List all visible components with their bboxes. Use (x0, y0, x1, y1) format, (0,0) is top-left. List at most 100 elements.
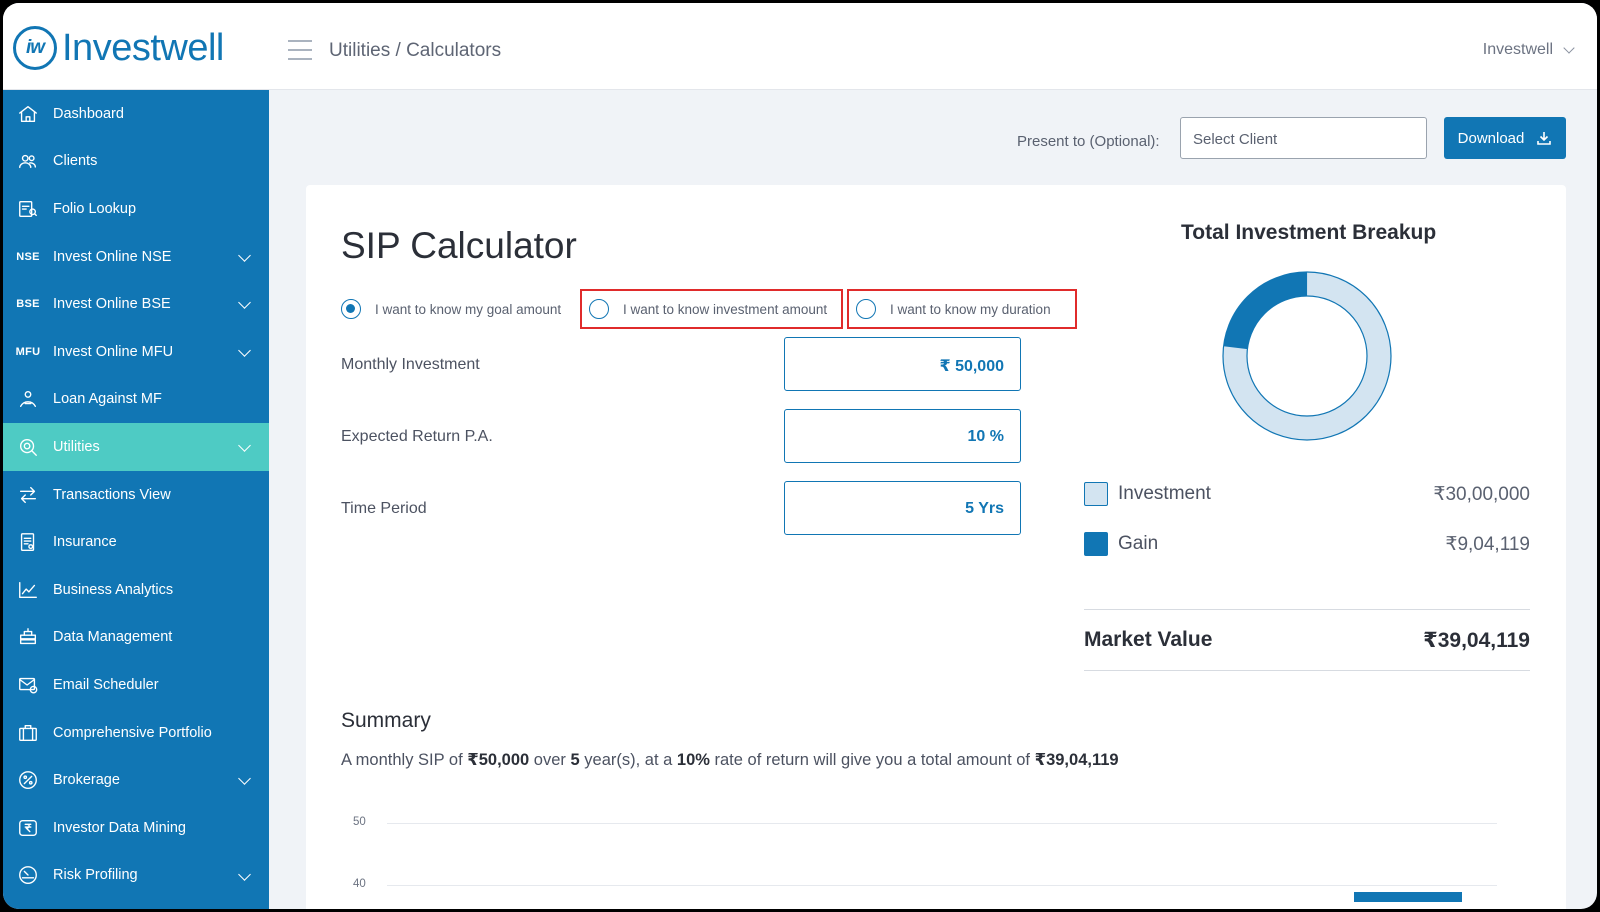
sidebar-item-nse[interactable]: NSE Invest Online NSE (3, 233, 269, 281)
mfu-icon: MFU (3, 346, 53, 358)
monthly-investment-input[interactable]: ₹ 50,000 (784, 337, 1021, 391)
sidebar-item-home[interactable]: Dashboard (3, 90, 269, 138)
top-bar: iw Investwell Utilities / Calculators In… (3, 3, 1597, 90)
sidebar-item-loan[interactable]: Loan Against MF (3, 376, 269, 424)
investment-label: Investment (1118, 483, 1211, 504)
portfolio-icon (3, 722, 53, 744)
user-menu[interactable]: Investwell (1482, 41, 1575, 59)
summary-amount: ₹50,000 (467, 751, 530, 769)
sidebar-item-rupee[interactable]: Investor Data Mining (3, 804, 269, 852)
option-investment-amount[interactable]: I want to know investment amount (580, 289, 843, 329)
chevron-down-icon (238, 772, 251, 786)
sidebar-item-label: Folio Lookup (53, 200, 137, 217)
page-title: SIP Calculator (341, 225, 577, 266)
option-label: I want to know investment amount (623, 301, 828, 317)
sidebar-item-label: Clients (53, 153, 98, 170)
sidebar-item-utilities[interactable]: Utilities (3, 423, 269, 471)
sidebar-item-label: Investor Data Mining (53, 819, 186, 836)
radio-button[interactable] (589, 299, 609, 319)
market-value-row: Market Value ₹39,04,119 (1084, 609, 1530, 671)
breakup-title: Total Investment Breakup (1181, 221, 1437, 244)
summary-years: 5 (570, 751, 580, 769)
chart-bar (1354, 892, 1462, 902)
sidebar-item-insurance[interactable]: Insurance (3, 518, 269, 566)
sidebar-item-email[interactable]: Email Scheduler (3, 661, 269, 709)
insurance-icon (3, 531, 53, 553)
time-period-input[interactable]: 5 Yrs (784, 481, 1021, 535)
sidebar-item-portfolio[interactable]: Comprehensive Portfolio (3, 709, 269, 757)
download-label: Download (1457, 129, 1525, 147)
investment-donut-chart (1222, 271, 1392, 441)
gain-label: Gain (1118, 533, 1159, 554)
chevron-down-icon (238, 867, 251, 881)
sidebar-item-label: Invest Online BSE (53, 296, 171, 313)
sidebar-item-label: Business Analytics (53, 581, 174, 598)
sidebar-item-transactions[interactable]: Transactions View (3, 471, 269, 519)
investment-value: ₹30,00,000 (1433, 483, 1530, 505)
sidebar: Dashboard Clients Folio Lookup NSE Invest On… (3, 90, 269, 909)
hamburger-menu-icon[interactable] (288, 40, 312, 60)
download-icon (1537, 132, 1552, 145)
sidebar-item-folio[interactable]: Folio Lookup (3, 185, 269, 233)
sidebar-item-label: Loan Against MF (53, 391, 162, 408)
option-label: I want to know my goal amount (375, 301, 562, 317)
sidebar-item-data[interactable]: Data Management (3, 614, 269, 662)
sidebar-item-label: Brokerage (53, 772, 120, 789)
gain-value: ₹9,04,119 (1445, 533, 1530, 555)
sidebar-item-brokerage[interactable]: Brokerage (3, 756, 269, 804)
sidebar-item-bse[interactable]: BSE Invest Online BSE (3, 280, 269, 328)
users-icon (3, 150, 53, 172)
sidebar-item-label: Insurance (53, 534, 117, 551)
logo-text: Investwell (62, 26, 224, 69)
legend-investment: Investment ₹30,00,000 (1084, 481, 1530, 507)
brokerage-icon (3, 769, 53, 791)
rupee-icon (3, 817, 53, 839)
option-duration[interactable]: I want to know my duration (847, 289, 1077, 329)
chevron-down-icon (238, 344, 251, 357)
user-menu-label: Investwell (1482, 41, 1553, 58)
utilities-icon (3, 436, 53, 458)
sidebar-item-label: Risk Profiling (53, 867, 138, 884)
market-value-label: Market Value (1084, 628, 1213, 651)
icon-text: BSE (16, 298, 40, 311)
summary-text-part: year(s), at a (579, 751, 677, 769)
transactions-icon (3, 484, 53, 506)
sidebar-item-analytics[interactable]: Business Analytics (3, 566, 269, 614)
sidebar-item-label: Data Management (53, 629, 173, 646)
nse-icon: NSE (3, 251, 53, 263)
grid-line (387, 885, 1497, 886)
sidebar-item-label: Transactions View (53, 486, 171, 503)
chevron-down-icon (238, 439, 251, 453)
sidebar-item-mfu[interactable]: MFU Invest Online MFU (3, 328, 269, 376)
chevron-down-icon (1563, 42, 1575, 54)
donut-inner-ring (1246, 295, 1368, 417)
radio-button[interactable] (341, 299, 361, 319)
email-icon (3, 674, 53, 696)
sidebar-item-label: Dashboard (53, 105, 124, 122)
sidebar-item-label: Invest Online MFU (53, 343, 174, 360)
select-client-dropdown[interactable]: Select Client (1180, 117, 1427, 159)
gauge-icon (3, 864, 53, 886)
calculator-card: SIP Calculator I want to know my goal am… (306, 185, 1566, 909)
investment-swatch (1084, 482, 1108, 506)
market-value: ₹39,04,119 (1423, 628, 1530, 652)
expected-return-input[interactable]: 10 % (784, 409, 1021, 463)
monthly-investment-label: Monthly Investment (341, 356, 480, 373)
loan-icon (3, 388, 53, 410)
icon-text: NSE (16, 250, 40, 263)
logo[interactable]: iw Investwell (13, 25, 224, 71)
download-button[interactable]: Download (1444, 117, 1566, 159)
time-period-label: Time Period (341, 500, 427, 517)
folio-icon (3, 198, 53, 220)
option-goal-amount[interactable]: I want to know my goal amount (341, 289, 561, 329)
analytics-icon (3, 579, 53, 601)
sidebar-item-users[interactable]: Clients (3, 138, 269, 186)
present-to-label: Present to (Optional): (1017, 133, 1160, 150)
logo-mark-icon: iw (13, 26, 57, 70)
sidebar-item-label: Comprehensive Portfolio (53, 724, 212, 741)
sidebar-item-label: Utilities (53, 438, 100, 455)
sidebar-item-gauge[interactable]: Risk Profiling (3, 852, 269, 900)
gain-swatch (1084, 532, 1108, 556)
radio-button[interactable] (856, 299, 876, 319)
summary-text-part: over (529, 751, 571, 769)
